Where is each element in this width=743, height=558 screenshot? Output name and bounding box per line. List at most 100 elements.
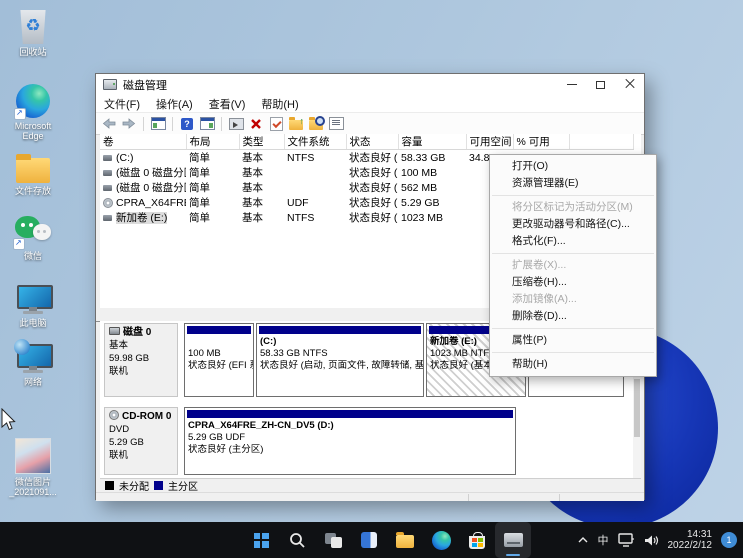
scrollbar-thumb[interactable] [634,379,640,437]
image-thumbnail [15,438,51,474]
disk0-label[interactable]: 磁盘 0 基本 59.98 GB 联机 [104,323,178,397]
desktop-icon-network[interactable]: 网络 [4,342,62,387]
toolbar-details-button[interactable] [328,116,344,131]
col-fs[interactable]: 文件系统 [284,134,346,150]
desktop-icon-label: 回收站 [4,47,62,57]
legend-primary-label: 主分区 [168,478,198,493]
menu-item-delete-volume[interactable]: 删除卷(D)... [490,308,656,325]
mouse-cursor [0,408,17,437]
wechat-bubble-small [33,224,51,240]
maximize-button[interactable] [586,74,615,95]
legend-unallocated-label: 未分配 [119,478,149,493]
toolbar-popup-button[interactable] [228,116,244,131]
toolbar-window-button[interactable] [199,116,215,131]
globe-icon [14,339,30,355]
notification-badge[interactable]: 1 [721,532,737,548]
popup-window-icon [229,118,244,130]
clock[interactable]: 14:31 2022/2/12 [668,529,713,551]
unallocated-swatch [105,481,114,490]
toolbar-folder-up-button[interactable] [288,116,304,131]
edge-button[interactable] [423,522,459,558]
col-volume[interactable]: 卷 [100,134,186,150]
menu-item-extend-volume: 扩展卷(X)... [490,257,656,274]
desktop-icon-wechat[interactable]: 微信 [4,216,62,261]
partition-efi[interactable]: 100 MB 状态良好 (EFI 系统分区) [184,323,254,397]
toolbar-back-button[interactable] [101,116,117,131]
cdrom-label[interactable]: CD-ROM 0 DVD 5.29 GB 联机 [104,407,178,475]
col-status[interactable]: 状态 [346,134,398,150]
taskbar: 中 14:31 2022/2/12 1 [0,522,743,558]
partition-legend: 未分配 主分区 [100,478,641,492]
toolbar-forward-button[interactable] [121,116,137,131]
toolbar-console-tree-button[interactable] [150,116,166,131]
title-bar[interactable]: 磁盘管理 [96,74,644,95]
tray-chevron-icon[interactable] [577,536,589,544]
disk-management-app-icon [103,79,117,90]
folder-search-icon [309,120,323,130]
toolbar-separator [221,117,222,131]
primary-partition-bar [259,326,421,334]
col-capacity[interactable]: 容量 [398,134,466,150]
primary-partition-swatch [154,481,163,490]
ime-indicator[interactable]: 中 [598,532,609,548]
col-pct[interactable]: % 可用 [513,134,569,150]
menu-help[interactable]: 帮助(H) [253,96,306,112]
menu-item-change-drive-letter[interactable]: 更改驱动器号和路径(C)... [490,216,656,233]
disk-management-icon [504,533,523,547]
monitor-base [23,311,43,314]
edge-icon [432,531,451,550]
menu-item-shrink-volume[interactable]: 压缩卷(H)... [490,274,656,291]
file-explorer-button[interactable] [387,522,423,558]
search-button[interactable] [279,522,315,558]
col-free[interactable]: 可用空间 [466,134,513,150]
desktop-icon-label: 此电脑 [4,318,62,328]
menu-file[interactable]: 文件(F) [96,96,148,112]
menu-view[interactable]: 查看(V) [201,96,254,112]
volume-icon[interactable] [644,534,659,547]
menu-item-open[interactable]: 打开(O) [490,158,656,175]
windows-logo-icon [254,533,269,548]
minimize-button[interactable] [557,74,586,95]
menu-item-properties[interactable]: 属性(P) [490,332,656,349]
col-layout[interactable]: 布局 [186,134,239,150]
toolbar-delete-button[interactable] [248,116,264,131]
desktop-icon-this-pc[interactable]: 此电脑 [4,283,62,328]
cd-icon [109,410,119,420]
disk-management-taskbar-button[interactable] [495,522,531,558]
search-icon [289,532,306,549]
desktop-icon-recycle-bin[interactable]: 回收站 [4,10,62,57]
tray-date: 2022/2/12 [668,540,713,551]
start-button[interactable] [243,522,279,558]
widgets-button[interactable] [351,522,387,558]
menu-action[interactable]: 操作(A) [148,96,201,112]
desktop-icon-folder[interactable]: 文件存放 [4,152,62,196]
menu-item-explorer[interactable]: 资源管理器(E) [490,175,656,192]
desktop-icon-label: 网络 [4,377,62,387]
file-explorer-icon [396,535,414,548]
toolbar [96,112,644,135]
desktop-icon-edge[interactable]: Microsoft Edge [4,84,62,141]
tray-time: 14:31 [668,529,713,540]
task-view-button[interactable] [315,522,351,558]
menu-separator [492,253,654,254]
desktop-icon-wechat-image[interactable]: 微信图片_2021091... [4,438,62,497]
partition-dvd[interactable]: CPRA_X64FRE_ZH-CN_DV5 (D:) 5.29 GB UDF 状… [184,407,516,475]
menu-separator [492,352,654,353]
menu-item-mark-active: 将分区标记为活动分区(M) [490,199,656,216]
store-button[interactable] [459,522,495,558]
console-tree-icon [151,117,166,130]
col-type[interactable]: 类型 [239,134,284,150]
widgets-icon [361,532,377,548]
menu-item-help[interactable]: 帮助(H) [490,356,656,373]
toolbar-check-button[interactable] [268,116,284,131]
wechat-icon [15,216,51,248]
network-icon[interactable] [618,533,635,547]
desktop-icon-label: 微信图片_2021091... [4,477,62,497]
volume-context-menu: 打开(O) 资源管理器(E) 将分区标记为活动分区(M) 更改驱动器号和路径(C… [489,154,657,377]
drive-icon [103,215,112,221]
toolbar-folder-search-button[interactable] [308,116,324,131]
toolbar-help-button[interactable] [179,116,195,131]
menu-item-format[interactable]: 格式化(F)... [490,233,656,250]
close-button[interactable] [615,74,644,95]
partition-c[interactable]: (C:) 58.33 GB NTFS 状态良好 (启动, 页面文件, 故障转储,… [256,323,424,397]
